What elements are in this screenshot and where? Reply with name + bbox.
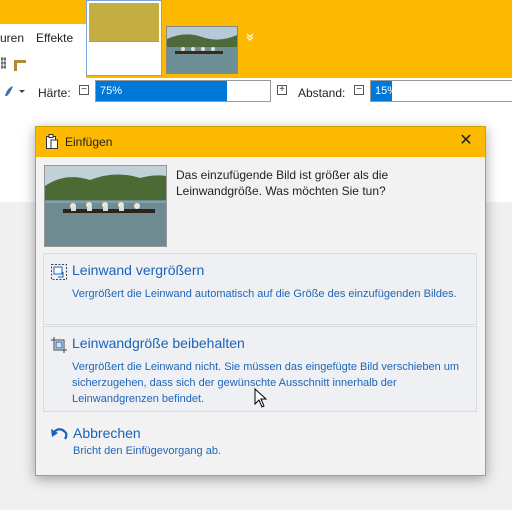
expand-canvas-description: Vergrößert die Leinwand automatisch auf … (72, 288, 457, 300)
spacing-label: Abstand: (298, 86, 346, 100)
menu-item-effects[interactable]: Effekte (36, 31, 73, 45)
hardness-value: 75% (100, 85, 123, 97)
menu-item-adjustments[interactable]: uren (0, 31, 24, 45)
keep-canvas-size-icon (51, 337, 67, 353)
dialog-message: Das einzufügende Bild ist größer als die… (176, 168, 389, 198)
paste-dialog: Einfügen ✕ Das einzufügende Bild ist grö… (35, 126, 486, 476)
keep-canvas-size-title: Leinwandgröße beibehalten (72, 335, 245, 351)
hardness-minus-button[interactable]: − (79, 85, 89, 95)
dialog-title-bar: Einfügen ✕ (36, 127, 485, 157)
cancel-title: Abbrechen (73, 425, 141, 441)
spacing-value: 15% (375, 85, 398, 97)
dialog-title: Einfügen (65, 135, 113, 149)
hardness-label: Härte: (38, 86, 71, 100)
expand-canvas-title: Leinwand vergrößern (72, 262, 205, 278)
hardness-slider[interactable]: 75% (95, 80, 271, 102)
pasted-image-preview (44, 165, 167, 247)
paste-icon (46, 134, 58, 149)
spacing-slider[interactable]: 15% (370, 80, 512, 102)
tool-icons[interactable] (0, 56, 30, 72)
keep-canvas-size-description: Vergrößert die Leinwand nicht. Sie müsse… (72, 361, 460, 405)
brush-icon[interactable] (3, 84, 25, 98)
undo-arrow-icon (51, 428, 68, 440)
mouse-cursor-icon (254, 388, 268, 408)
close-icon[interactable]: ✕ (457, 132, 475, 150)
tool-options-bar: Härte: − 75% + Abstand: − 15% (0, 78, 512, 107)
cancel-description: Bricht den Einfügevorgang ab. (73, 445, 221, 457)
chevron-down-icon[interactable] (244, 32, 256, 42)
expand-canvas-icon (51, 264, 67, 280)
cancel-option[interactable]: Abbrechen Bricht den Einfügevorgang ab. (43, 421, 477, 467)
expand-canvas-option[interactable]: Leinwand vergrößern Vergrößert die Leinw… (43, 253, 477, 325)
image-tab-thumbnail-active[interactable] (86, 0, 162, 76)
image-tab-thumbnail[interactable] (166, 26, 238, 74)
spacing-minus-button[interactable]: − (354, 85, 364, 95)
hardness-plus-button[interactable]: + (277, 85, 287, 95)
